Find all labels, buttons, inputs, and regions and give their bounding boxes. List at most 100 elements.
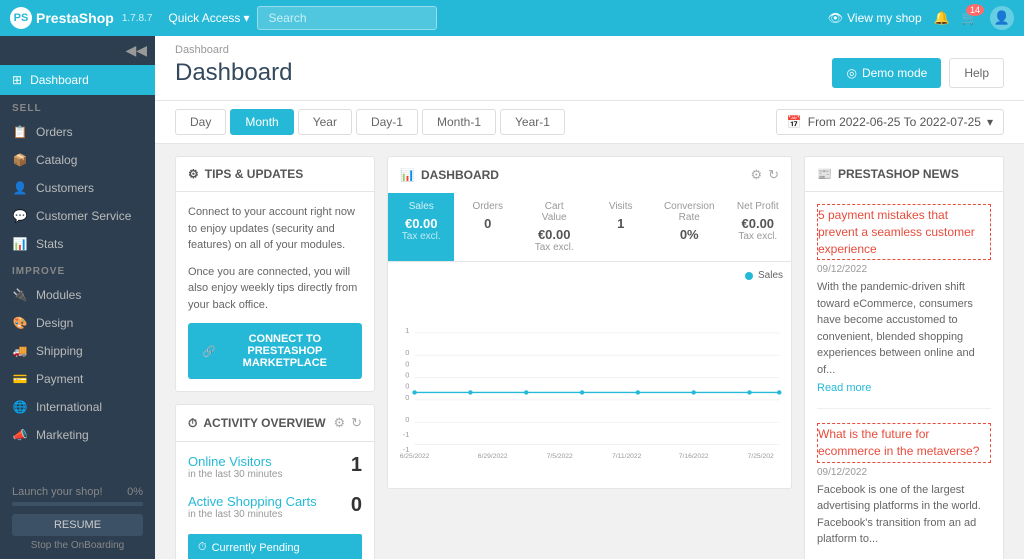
online-visitors-sub: in the last 30 minutes: [188, 469, 283, 480]
svg-text:6/29/2022: 6/29/2022: [478, 453, 508, 460]
news-date-0: 09/12/2022: [817, 264, 991, 275]
search-input[interactable]: [257, 6, 437, 30]
chart-panel-title: 📊 Dashboard: [400, 168, 499, 182]
page-title: Dashboard: [175, 59, 292, 87]
sidebar-item-customers[interactable]: 👤 Customers: [0, 174, 155, 202]
sidebar-payment-label: Payment: [36, 372, 83, 386]
svg-text:7/5/2022: 7/5/2022: [547, 453, 573, 460]
tips-panel-header: ⚙ TIPS & UPDATES: [176, 157, 374, 192]
notifications-button[interactable]: 🔔: [934, 10, 950, 26]
catalog-icon: 📦: [12, 153, 28, 167]
sidebar-section-improve: IMPROVE: [0, 258, 155, 281]
stat-profit-value: €0.00: [735, 216, 781, 231]
sidebar-toggle-button[interactable]: ◀◀: [0, 36, 155, 65]
content-area: Dashboard Dashboard ◎ Demo mode Help Day…: [155, 36, 1024, 559]
stat-sales-value: €0.00: [398, 216, 444, 231]
sidebar-customer-service-label: Customer Service: [36, 209, 131, 223]
view-shop-button[interactable]: 👁 View my shop: [828, 11, 922, 25]
news-panel-title: 📰 PrestaShop News: [817, 167, 959, 181]
design-icon: 🎨: [12, 316, 28, 330]
tab-year-1[interactable]: Year-1: [500, 109, 565, 135]
sidebar-stats-label: Stats: [36, 237, 63, 251]
svg-text:0: 0: [405, 348, 409, 357]
right-column: 📰 PrestaShop News 5 payment mistakes tha…: [804, 156, 1004, 559]
resume-button[interactable]: RESUME: [12, 514, 143, 536]
chart-refresh-icon[interactable]: ↻: [768, 167, 779, 183]
svg-text:0: 0: [405, 371, 409, 380]
left-column: ⚙ TIPS & UPDATES Connect to your account…: [175, 156, 375, 559]
sidebar-marketing-label: Marketing: [36, 428, 89, 442]
svg-text:7/16/2022: 7/16/2022: [679, 453, 709, 460]
sidebar-item-marketing[interactable]: 📣 Marketing: [0, 421, 155, 449]
sidebar-item-orders[interactable]: 📋 Orders: [0, 118, 155, 146]
line-chart: 1 0 0 0 0 0 0 -1 -1: [396, 285, 783, 485]
demo-mode-button[interactable]: ◎ Demo mode: [832, 58, 941, 88]
stat-sales: Sales €0.00 Tax excl.: [388, 193, 454, 261]
pending-icon: ⏱: [198, 541, 207, 554]
sidebar-item-payment[interactable]: 💳 Payment: [0, 365, 155, 393]
active-carts-row: Active Shopping Carts in the last 30 min…: [188, 494, 362, 528]
tab-year[interactable]: Year: [298, 109, 352, 135]
currently-pending-button[interactable]: ⏱ Currently Pending: [188, 534, 362, 559]
sidebar-item-customer-service[interactable]: 💬 Customer Service: [0, 202, 155, 230]
stat-orders-value: 0: [464, 216, 510, 231]
cart-badge: 14: [966, 4, 984, 16]
news-link-0[interactable]: 5 payment mistakes that prevent a seamle…: [817, 204, 991, 260]
sidebar-item-shipping[interactable]: 🚚 Shipping: [0, 337, 155, 365]
stats-icon: 📊: [12, 237, 28, 251]
active-carts-count: 0: [351, 494, 362, 517]
date-tabs: Day Month Year Day-1 Month-1 Year-1: [175, 109, 565, 135]
version-label: 1.7.8.7: [122, 13, 153, 24]
user-avatar[interactable]: 👤: [990, 6, 1014, 30]
date-range-picker[interactable]: 📅 From 2022-06-25 To 2022-07-25 ▾: [776, 109, 1004, 135]
sidebar-item-catalog[interactable]: 📦 Catalog: [0, 146, 155, 174]
sidebar-item-dashboard[interactable]: ⊞ Dashboard: [0, 65, 155, 95]
modules-icon: 🔌: [12, 288, 28, 302]
svg-text:0: 0: [405, 359, 409, 368]
sidebar-item-stats[interactable]: 📊 Stats: [0, 230, 155, 258]
stat-profit-label: Net Profit: [735, 201, 781, 212]
sidebar-item-international[interactable]: 🌐 International: [0, 393, 155, 421]
cart-button[interactable]: 🛒 14: [962, 10, 978, 26]
news-link-1[interactable]: What is the future for ecommerce in the …: [817, 423, 991, 463]
stat-net-profit: Net Profit €0.00 Tax excl.: [725, 193, 791, 261]
payment-icon: 💳: [12, 372, 28, 386]
svg-text:1: 1: [405, 326, 409, 335]
activity-panel-title: ⏱ Activity overview: [188, 416, 326, 431]
demo-icon: ◎: [846, 66, 856, 80]
active-carts-info: Active Shopping Carts in the last 30 min…: [188, 494, 317, 528]
refresh-icon[interactable]: ↻: [351, 415, 362, 431]
news-text-1: Facebook is one of the largest advertisi…: [817, 482, 991, 548]
stat-sales-sub: Tax excl.: [398, 231, 444, 242]
connect-icon: 🔗: [202, 345, 216, 358]
tab-month[interactable]: Month: [230, 109, 293, 135]
chart-icon: 📊: [400, 168, 415, 182]
connect-marketplace-button[interactable]: 🔗 CONNECT TO PRESTASHOP MARKETPLACE: [188, 323, 362, 379]
tab-day[interactable]: Day: [175, 109, 226, 135]
sidebar-shipping-label: Shipping: [36, 344, 83, 358]
tips-panel: ⚙ TIPS & UPDATES Connect to your account…: [175, 156, 375, 392]
settings-icon[interactable]: ⚙: [333, 415, 345, 431]
help-button[interactable]: Help: [949, 58, 1004, 88]
stop-onboarding-link[interactable]: Stop the OnBoarding: [12, 540, 143, 551]
orders-icon: 📋: [12, 125, 28, 139]
stat-visits-label: Visits: [597, 201, 643, 212]
quick-access-button[interactable]: Quick Access ▾: [168, 11, 249, 25]
sidebar-item-design[interactable]: 🎨 Design: [0, 309, 155, 337]
header-actions: ◎ Demo mode Help: [832, 58, 1004, 88]
stat-conversion: Conversion Rate 0%: [654, 193, 725, 261]
sidebar-bottom: Launch your shop! 0% RESUME Stop the OnB…: [0, 478, 155, 559]
tab-month-1[interactable]: Month-1: [422, 109, 496, 135]
news-icon: 📰: [817, 167, 832, 181]
sidebar-section-sell: SELL: [0, 95, 155, 118]
sidebar-item-modules[interactable]: 🔌 Modules: [0, 281, 155, 309]
tab-day-1[interactable]: Day-1: [356, 109, 418, 135]
chart-settings-icon[interactable]: ⚙: [750, 167, 762, 183]
calendar-icon: 📅: [787, 115, 802, 129]
logo[interactable]: PS PrestaShop: [10, 7, 114, 29]
tips-panel-title: ⚙ TIPS & UPDATES: [188, 167, 303, 181]
top-navigation: PS PrestaShop 1.7.8.7 Quick Access ▾ 👁 V…: [0, 0, 1024, 36]
stat-profit-sub: Tax excl.: [735, 231, 781, 242]
activity-panel: ⏱ Activity overview ⚙ ↻ Online Visitors: [175, 404, 375, 559]
read-more-0[interactable]: Read more: [817, 382, 991, 394]
